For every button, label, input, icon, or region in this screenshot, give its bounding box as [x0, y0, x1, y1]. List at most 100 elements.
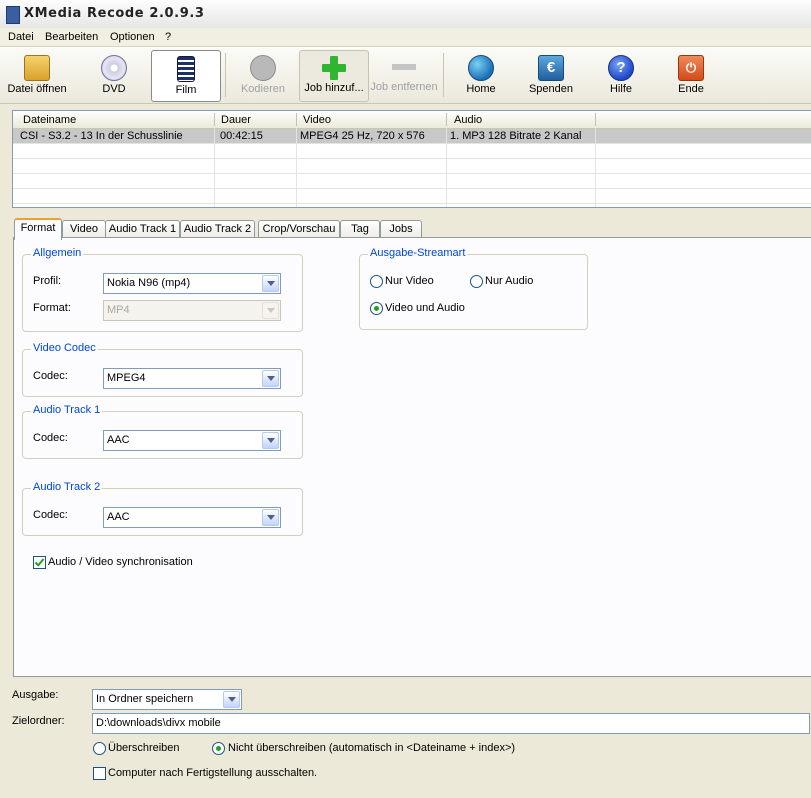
column-divider: [595, 113, 596, 126]
minus-icon: [392, 55, 416, 79]
table-row[interactable]: CSI - S3.2 - 13 In der Schusslinie 00:42…: [13, 129, 811, 144]
chevron-down-icon[interactable]: [262, 275, 279, 292]
tab-format[interactable]: Format: [14, 218, 62, 240]
target-folder-input[interactable]: D:\downloads\divx mobile: [92, 713, 810, 734]
chevron-down-icon: [262, 302, 279, 319]
window-title: XMedia Recode 2.0.9.3: [24, 6, 205, 21]
open-file-button[interactable]: Datei öffnen: [4, 50, 70, 100]
home-button[interactable]: Home: [452, 50, 510, 100]
power-icon: ⏻: [678, 55, 704, 81]
audio-track-2-group: Audio Track 2 Codec: AAC: [22, 481, 303, 536]
exit-button[interactable]: ⏻ Ende: [662, 50, 720, 100]
video-codec-label: Codec:: [33, 370, 68, 382]
tab-jobs[interactable]: Jobs: [380, 220, 422, 238]
video-codec-group: Video Codec Codec: MPEG4: [22, 342, 303, 397]
profile-label: Profil:: [33, 275, 62, 287]
audio-track-1-group: Audio Track 1 Codec: AAC: [22, 404, 303, 459]
column-header-duration[interactable]: Dauer: [221, 114, 251, 126]
grid-line: [446, 128, 447, 207]
output-select[interactable]: In Ordner speichern: [92, 689, 242, 710]
dvd-disc-icon: [101, 55, 127, 81]
video-only-radio[interactable]: [370, 275, 383, 288]
menu-bar: Datei Bearbeiten Optionen ?: [0, 28, 811, 47]
chevron-down-icon[interactable]: [223, 691, 240, 708]
format-label: Format:: [33, 302, 71, 314]
overwrite-label: Überschreiben: [108, 742, 180, 754]
audio-1-codec-label: Codec:: [33, 432, 68, 444]
menu-help[interactable]: ?: [165, 31, 171, 43]
stream-type-group: Ausgabe-Streamart Nur Video Nur Audio Vi…: [359, 247, 588, 330]
empty-row: [13, 144, 811, 159]
grid-line: [214, 128, 215, 207]
chevron-down-icon[interactable]: [262, 370, 279, 387]
remove-job-button[interactable]: Job entfernen: [369, 50, 439, 100]
toolbar-separator: [225, 53, 226, 97]
dvd-button[interactable]: DVD: [82, 50, 146, 100]
audio-2-codec-label: Codec:: [33, 509, 68, 521]
column-header-video[interactable]: Video: [303, 114, 331, 126]
help-button[interactable]: ? Hilfe: [592, 50, 650, 100]
no-overwrite-radio[interactable]: [212, 742, 225, 755]
donate-button[interactable]: € Spenden: [522, 50, 580, 100]
menu-datei[interactable]: Datei: [8, 31, 34, 43]
audio-1-codec-select[interactable]: AAC: [103, 430, 281, 451]
file-list[interactable]: Dateiname Dauer Video Audio CSI - S3.2 -…: [12, 110, 811, 208]
column-divider: [296, 113, 297, 126]
add-job-button[interactable]: Job hinzuf...: [299, 50, 369, 102]
cell-filename: CSI - S3.2 - 13 In der Schusslinie: [20, 130, 183, 142]
grid-line: [595, 128, 596, 207]
cell-duration: 00:42:15: [220, 130, 263, 142]
euro-icon: €: [538, 55, 564, 81]
general-group: Allgemein Profil: Nokia N96 (mp4) Format…: [22, 247, 303, 332]
overwrite-radio[interactable]: [93, 742, 106, 755]
grid-line: [296, 128, 297, 207]
stream-type-legend: Ausgabe-Streamart: [368, 247, 468, 259]
plus-icon: [322, 56, 346, 80]
video-codec-select[interactable]: MPEG4: [103, 368, 281, 389]
av-sync-label: Audio / Video synchronisation: [48, 556, 193, 568]
film-button[interactable]: Film: [151, 50, 221, 102]
shutdown-checkbox[interactable]: [93, 767, 106, 780]
help-question-icon: ?: [608, 55, 634, 81]
audio-track-1-legend: Audio Track 1: [31, 404, 103, 416]
format-select: MP4: [103, 300, 281, 321]
app-film-icon: [6, 6, 20, 24]
tab-audio-track-2[interactable]: Audio Track 2: [180, 220, 255, 238]
film-strip-icon: [177, 56, 195, 82]
empty-row: [13, 159, 811, 174]
encode-button[interactable]: Kodieren: [232, 50, 294, 100]
column-header-audio[interactable]: Audio: [454, 114, 482, 126]
tab-audio-track-1[interactable]: Audio Track 1: [105, 220, 180, 238]
empty-row: [13, 189, 811, 204]
video-audio-radio[interactable]: [370, 302, 383, 315]
tab-video[interactable]: Video: [62, 220, 106, 238]
video-only-label: Nur Video: [385, 275, 434, 287]
chevron-down-icon[interactable]: [262, 432, 279, 449]
audio-2-codec-select[interactable]: AAC: [103, 507, 281, 528]
target-folder-label: Zielordner:: [12, 715, 65, 727]
no-overwrite-label: Nicht überschreiben (automatisch in <Dat…: [228, 742, 516, 754]
audio-only-label: Nur Audio: [485, 275, 534, 287]
column-divider: [214, 113, 215, 126]
menu-bearbeiten[interactable]: Bearbeiten: [45, 31, 98, 43]
menu-optionen[interactable]: Optionen: [110, 31, 155, 43]
tab-tag[interactable]: Tag: [340, 220, 380, 238]
shutdown-label: Computer nach Fertigstellung ausschalten…: [108, 767, 318, 779]
tab-crop-preview[interactable]: Crop/Vorschau: [258, 220, 340, 238]
chevron-down-icon[interactable]: [262, 509, 279, 526]
column-divider: [446, 113, 447, 126]
toolbar-separator: [443, 53, 444, 97]
general-legend: Allgemein: [31, 247, 84, 259]
audio-only-radio[interactable]: [470, 275, 483, 288]
file-list-header: Dateiname Dauer Video Audio: [13, 111, 811, 129]
video-audio-label: Video und Audio: [385, 302, 465, 314]
title-bar: XMedia Recode 2.0.9.3: [0, 0, 811, 29]
open-file-icon: [24, 55, 50, 81]
globe-icon: [468, 55, 494, 81]
av-sync-checkbox[interactable]: [33, 556, 46, 569]
cell-video: MPEG4 25 Hz, 720 x 576: [300, 130, 425, 142]
audio-track-2-legend: Audio Track 2: [31, 481, 103, 493]
profile-select[interactable]: Nokia N96 (mp4): [103, 273, 281, 294]
empty-row: [13, 174, 811, 189]
column-header-filename[interactable]: Dateiname: [23, 114, 76, 126]
